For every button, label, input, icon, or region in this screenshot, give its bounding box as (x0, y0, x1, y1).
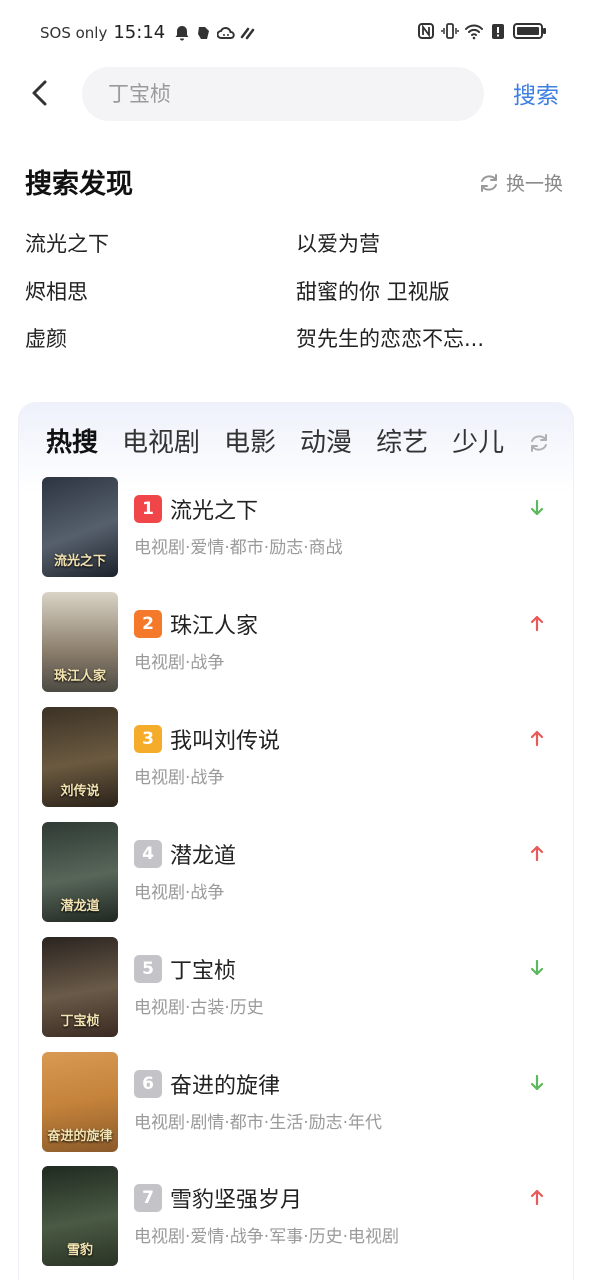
alert-icon (489, 22, 507, 40)
trend-down-icon (530, 959, 544, 976)
poster-title: 丁宝桢 (60, 1014, 100, 1029)
app-notification-icon (195, 24, 213, 42)
trend-up-icon (530, 1189, 544, 1206)
discover-item[interactable]: 以爱为营 (296, 228, 380, 258)
carrier-label: SOS only (40, 23, 108, 42)
wifi-icon (465, 22, 483, 40)
poster-title: 潜龙道 (60, 899, 100, 914)
poster-image: 珠江人家 (42, 592, 118, 692)
rank-tags: 电视剧·爱情·都市·励志·商战 (134, 538, 343, 558)
link-icon (239, 24, 257, 42)
rank-tags: 电视剧·剧情·都市·生活·励志·年代 (134, 1113, 383, 1133)
rank-item[interactable]: 刘传说 3 我叫刘传说电视剧·战争 (42, 707, 552, 807)
rank-tags: 电视剧·战争 (134, 653, 225, 673)
poster-title: 奋进的旋律 (47, 1129, 113, 1144)
back-arrow-icon (32, 80, 47, 106)
discover-item[interactable]: 贺先生的恋恋不忘... (296, 323, 484, 353)
discover-item[interactable]: 虚颜 (25, 323, 67, 353)
search-button[interactable]: 搜索 (513, 76, 559, 110)
rank-title: 流光之下 (170, 499, 259, 524)
tab-anime[interactable]: 动漫 (300, 424, 352, 462)
vibrate-icon (441, 22, 459, 40)
category-tabs: 热搜 电视剧 电影 动漫 综艺 少儿 (46, 424, 524, 464)
rank-tags: 电视剧·爱情·战争·军事·历史·电视剧 (134, 1227, 400, 1247)
rank-badge: 3 (134, 725, 162, 753)
discover-item[interactable]: 流光之下 (25, 228, 109, 258)
rank-title: 奋进的旋律 (170, 1074, 281, 1099)
tab-kids[interactable]: 少儿 (452, 424, 504, 462)
battery-icon (513, 22, 547, 40)
rank-item[interactable]: 流光之下 1 流光之下 电视剧·爱情·都市·励志·商战 (42, 477, 552, 577)
rank-title: 我叫刘传说 (170, 729, 281, 754)
rank-tags: 电视剧·古装·历史 (134, 998, 264, 1018)
status-bar: SOS only 15:14 (0, 0, 591, 66)
nfc-icon (417, 22, 435, 40)
rank-tags: 电视剧·战争 (134, 883, 225, 903)
rank-badge: 5 (134, 955, 162, 983)
rank-badge: 7 (134, 1184, 162, 1212)
rank-title: 丁宝桢 (170, 959, 237, 984)
discover-title: 搜索发现 (25, 169, 133, 200)
rank-item[interactable]: 奋进的旋律 6 奋进的旋律 电视剧·剧情·都市·生活·励志·年代 (42, 1052, 552, 1152)
poster-image: 雪豹 (42, 1166, 118, 1266)
search-box[interactable] (82, 67, 484, 121)
discover-item[interactable]: 烬相思 (25, 276, 88, 306)
rank-badge: 2 (134, 610, 162, 638)
clock: 15:14 (113, 22, 166, 43)
trend-down-icon (530, 1074, 544, 1091)
search-input[interactable] (108, 67, 468, 121)
rank-title: 潜龙道 (170, 844, 237, 869)
rank-badge: 1 (134, 495, 162, 523)
poster-title: 刘传说 (60, 784, 100, 799)
poster-title: 珠江人家 (53, 669, 106, 684)
poster-image: 潜龙道 (42, 822, 118, 922)
cloud-icon (216, 24, 235, 42)
trend-down-icon (530, 499, 544, 516)
rank-item[interactable]: 潜龙道 4 潜龙道 电视剧·战争 (42, 822, 552, 922)
poster-title: 雪豹 (66, 1243, 93, 1258)
refresh-icon (481, 173, 497, 192)
rank-item[interactable]: 雪豹 7 雪豹坚强岁月电视剧·爱情·战争·军事·历史·电视剧 (42, 1166, 552, 1266)
rank-badge: 4 (134, 840, 162, 868)
poster-image: 刘传说 (42, 707, 118, 807)
bell-icon (173, 24, 191, 42)
rank-badge: 6 (134, 1070, 162, 1098)
refresh-button[interactable]: 换一换 (478, 169, 563, 196)
trend-up-icon (530, 615, 544, 632)
tab-movie[interactable]: 电影 (224, 424, 276, 462)
tab-tv[interactable]: 电视剧 (122, 424, 200, 462)
poster-image: 丁宝桢 (42, 937, 118, 1037)
poster-image: 流光之下 (42, 477, 118, 577)
refresh-label: 换一换 (506, 173, 564, 195)
tab-variety[interactable]: 综艺 (376, 424, 428, 462)
back-button[interactable] (24, 76, 58, 110)
rank-item[interactable]: 丁宝桢 5 丁宝桢 电视剧·古装·历史 (42, 937, 552, 1037)
rank-title: 珠江人家 (170, 614, 259, 639)
rank-item[interactable]: 珠江人家 2 珠江人家 电视剧·战争 (42, 592, 552, 692)
poster-title: 流光之下 (53, 554, 106, 569)
trend-up-icon (530, 730, 544, 747)
tab-hot[interactable]: 热搜 (46, 424, 98, 462)
refresh-icon[interactable] (528, 432, 550, 454)
poster-image: 奋进的旋律 (42, 1052, 118, 1152)
rank-tags: 电视剧·战争 (134, 768, 225, 788)
discover-item[interactable]: 甜蜜的你 卫视版 (296, 276, 450, 306)
rank-title: 雪豹坚强岁月 (170, 1188, 303, 1213)
trend-up-icon (530, 845, 544, 862)
